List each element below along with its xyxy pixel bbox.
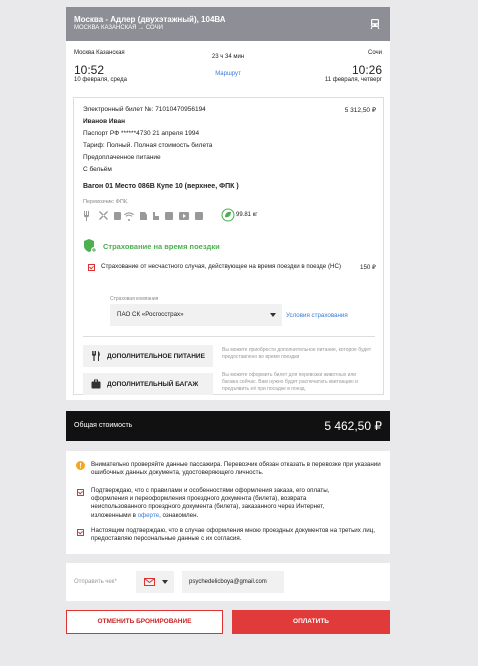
insurance-checkbox[interactable] (88, 264, 95, 271)
carrier: Перевозчик: ФПК. (83, 199, 129, 205)
tariff: Тариф: Полный. Полная стоимость билета (83, 142, 213, 149)
food-info: Предоплаченное питание (83, 154, 161, 161)
total-bar: Общая стоимость 5 462,50 ₽ (66, 411, 390, 441)
agree-rules-line-1: Подтверждаю, что с правилами и особеннос… (91, 487, 330, 494)
cancel-booking-button[interactable]: ОТМЕНИТЬ БРОНИРОВАНИЕ (66, 610, 223, 634)
chevron-down-icon (270, 313, 276, 317)
insurance-conditions-link[interactable]: Условия страхования (286, 312, 348, 319)
train-header: Москва - Адлер (двухэтажный), 104ВА МОСК… (66, 7, 390, 41)
agreements-panel: Внимательно проверяйте данные пассажира.… (66, 451, 390, 554)
seat-info: Вагон 01 Место 086В Купе 10 (верхнее, ФП… (83, 183, 239, 190)
chevron-down-icon (162, 580, 168, 584)
linen-info: С бельём (83, 166, 112, 173)
cutlery-icon (91, 351, 100, 361)
divider (83, 336, 375, 337)
insurance-title: Страхование на время поездки (103, 242, 220, 251)
trip-duration: 23 ч 34 мин (211, 54, 245, 60)
agree-rules-line-3: неиспользованного проездного документа (… (91, 503, 325, 511)
insurance-item-price: 150 ₽ (360, 264, 376, 271)
ticket-number: Электронный билет №: 71010470956194 (83, 106, 206, 113)
extra-food-button[interactable]: ДОПОЛНИТЕЛЬНОЕ ПИТАНИЕ (83, 345, 213, 367)
train-subtitle: МОСКВА КАЗАНСКАЯ → СОЧИ (74, 25, 163, 31)
insurance-shield-icon (84, 239, 97, 253)
insurance-company-select[interactable]: ПАО СК «Росгосстрах» (110, 304, 282, 326)
ticket-section: Электронный билет №: 71010470956194 5 31… (66, 89, 390, 400)
warning-text: Внимательно проверяйте данные пассажира.… (91, 461, 381, 476)
eco-leaf-icon (221, 208, 235, 222)
total-value: 5 462,50 ₽ (324, 419, 382, 433)
passport: Паспорт РФ ******4730 21 апреля 1994 (83, 130, 200, 137)
warning-icon (76, 461, 85, 470)
services-icons (84, 211, 203, 221)
agree-rules-line-4: изложенными в оферте, ознакомлен. (91, 512, 383, 520)
extra-baggage-button[interactable]: ДОПОЛНИТЕЛЬНЫЙ БАГАЖ (83, 373, 213, 395)
arrive-date: 11 февраля, четверг (324, 77, 382, 83)
arrive-time: 10:26 (351, 63, 382, 77)
passenger-name: Иванов Иван (83, 118, 126, 125)
eco-value: 99.81 кг (236, 212, 258, 218)
extra-food-label: ДОПОЛНИТЕЛЬНОЕ ПИТАНИЕ (107, 353, 205, 360)
depart-time: 10:52 (74, 63, 105, 77)
extra-baggage-note: Вы можете оформить билет для перевозки ж… (222, 372, 358, 392)
extra-baggage-label: ДОПОЛНИТЕЛЬНЫЙ БАГАЖ (107, 381, 199, 388)
route-panel: Москва Казанская Сочи 23 ч 34 мин Маршру… (66, 41, 390, 89)
agree-rules-prefix: изложенными в (91, 511, 138, 519)
offer-link[interactable]: оферте (138, 512, 159, 519)
depart-date: 10 февраля, среда (74, 77, 127, 83)
ticket-price: 5 312,50 ₽ (344, 107, 376, 114)
receipt-method-select[interactable] (136, 571, 174, 593)
pay-button[interactable]: ОПЛАТИТЬ (232, 610, 390, 634)
receipt-email-value: psychedelicboya@gmail.com (189, 579, 267, 585)
suitcase-icon (91, 379, 101, 389)
train-title: Москва - Адлер (двухэтажный), 104ВА (74, 15, 226, 24)
agree-third-party-text: Настоящим подтверждаю, что в случае офор… (91, 527, 375, 543)
agree-rules-checkbox[interactable] (77, 489, 84, 496)
receipt-email-field[interactable]: psychedelicboya@gmail.com (182, 571, 284, 593)
receipt-label: Отправить чек* (74, 579, 117, 585)
insurance-company-value: ПАО СК «Росгосстрах» (117, 311, 184, 318)
envelope-icon (144, 578, 155, 586)
train-icon (370, 19, 380, 30)
receipt-panel: Отправить чек* psychedelicboya@gmail.com (66, 563, 390, 601)
extra-food-note: Вы можете приобрести дополнительное пита… (222, 347, 372, 360)
agree-rules-text: Подтверждаю, что с правилами и особеннос… (91, 487, 383, 520)
agree-third-party-checkbox[interactable] (77, 529, 84, 536)
insurance-company-label: Страховая компания (110, 296, 159, 302)
agree-rules-suffix: , ознакомлен. (159, 511, 199, 519)
ticket-card: Электронный билет №: 71010470956194 5 31… (73, 97, 384, 395)
insurance-item-label: Страхование от несчастного случая, дейст… (101, 263, 342, 270)
total-label: Общая стоимость (74, 422, 133, 429)
agree-rules-line-2: оформления и переоформления проездного д… (91, 495, 307, 503)
